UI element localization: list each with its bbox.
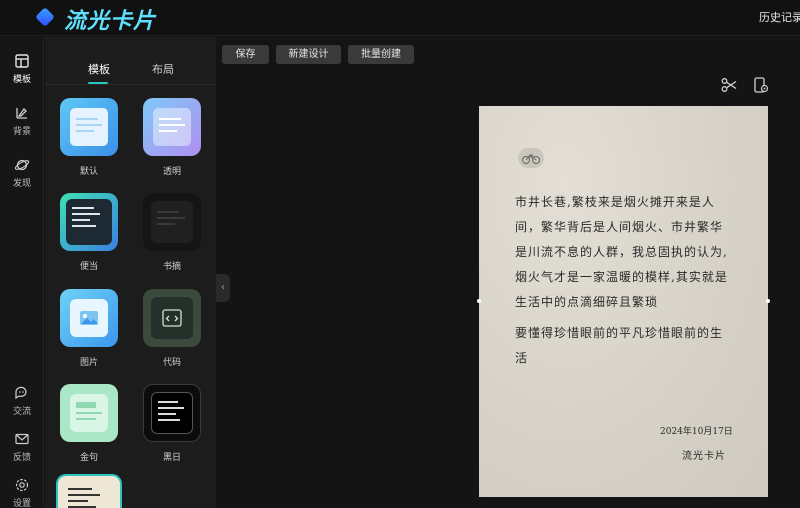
- resize-handle-left[interactable]: [477, 299, 481, 303]
- template-thumbnail: [143, 289, 201, 347]
- card-paragraph: 要懂得珍惜眼前的平凡珍惜眼前的生活: [515, 326, 724, 365]
- template-bento[interactable]: 便当: [60, 193, 118, 272]
- template-thumbnail: [60, 289, 118, 347]
- template-selected[interactable]: [56, 474, 122, 508]
- app-title: 流光卡片: [64, 9, 157, 34]
- template-icon: [15, 54, 29, 68]
- template-quote[interactable]: 金句: [60, 384, 118, 463]
- tab-layout[interactable]: 布局: [152, 61, 174, 77]
- rail-item-discover[interactable]: 发现: [0, 157, 44, 189]
- template-thumbnail: [60, 98, 118, 156]
- template-thumbnail: [60, 384, 118, 442]
- save-button[interactable]: 保存: [222, 45, 269, 64]
- scissors-icon[interactable]: [720, 76, 738, 94]
- template-label: 默认: [79, 167, 98, 177]
- rail-item-settings[interactable]: 设置: [0, 477, 44, 508]
- image-icon: [80, 311, 98, 325]
- tab-template[interactable]: 模板: [88, 61, 110, 77]
- template-excerpt[interactable]: 书摘: [143, 193, 201, 272]
- template-transparent[interactable]: 透明: [143, 98, 201, 177]
- template-black[interactable]: 黑日: [143, 384, 201, 463]
- template-label: 图片: [79, 358, 98, 368]
- template-label: 便当: [79, 262, 98, 272]
- resize-handle-right[interactable]: [766, 299, 770, 303]
- card-body[interactable]: 市井长巷,繁枝来是烟火摊开来是人间，繁华背后是人间烟火、市井繁华是川流不息的人群…: [515, 190, 735, 371]
- template-thumbnail: [56, 474, 122, 508]
- planet-icon: [14, 159, 30, 171]
- rail-label: 设置: [12, 499, 31, 508]
- template-label: 透明: [162, 167, 181, 177]
- template-image[interactable]: 图片: [60, 289, 118, 368]
- rail-item-background[interactable]: 背景: [0, 105, 44, 137]
- card-signature: 流光卡片: [682, 451, 726, 462]
- collapse-panel-button[interactable]: ‹: [216, 274, 230, 302]
- bicycle-icon: [522, 154, 540, 164]
- card-date: 2024年10月17日: [660, 427, 733, 437]
- device-settings-icon[interactable]: [752, 76, 770, 94]
- template-label: 黑日: [162, 453, 181, 463]
- template-thumbnail: [143, 193, 201, 251]
- rail-label: 交流: [12, 407, 31, 417]
- top-bar: 流光卡片 历史记录: [0, 0, 800, 36]
- rail-item-feedback[interactable]: 反馈: [0, 431, 44, 463]
- template-thumbnail: [143, 384, 201, 442]
- card-paragraph: 市井长巷,繁枝来是烟火摊开来是人间，繁华背后是人间烟火、市井繁华是川流不息的人群…: [515, 195, 728, 309]
- icon-rail: 模板 背景 发现 交流 反馈 设置: [0, 37, 44, 508]
- rail-label: 模板: [12, 75, 31, 85]
- bicycle-badge: [518, 148, 544, 168]
- rail-label: 反馈: [12, 453, 31, 463]
- rail-item-template[interactable]: 模板: [0, 53, 44, 85]
- template-label: 金句: [79, 453, 98, 463]
- logo-icon: [36, 8, 54, 26]
- rail-label: 背景: [12, 127, 31, 137]
- template-thumbnail: [60, 193, 118, 251]
- template-default[interactable]: 默认: [60, 98, 118, 177]
- template-label: 书摘: [162, 262, 181, 272]
- history-link[interactable]: 历史记录: [759, 9, 800, 25]
- batch-create-button[interactable]: 批量创建: [348, 45, 414, 64]
- code-icon: [162, 309, 182, 327]
- template-code[interactable]: 代码: [143, 289, 201, 368]
- rail-item-chat[interactable]: 交流: [0, 385, 44, 417]
- template-label: 代码: [162, 358, 181, 368]
- gear-icon: [15, 478, 29, 492]
- template-panel: 模板 布局 默认 透明 便当 书摘 图片 代码 金句 黑日: [45, 37, 216, 508]
- template-thumbnail: [143, 98, 201, 156]
- divider: [45, 84, 216, 85]
- rail-label: 发现: [12, 179, 31, 189]
- chat-icon: [15, 386, 27, 400]
- background-icon: [16, 107, 27, 119]
- mail-icon: [15, 433, 29, 445]
- new-design-button[interactable]: 新建设计: [276, 45, 341, 64]
